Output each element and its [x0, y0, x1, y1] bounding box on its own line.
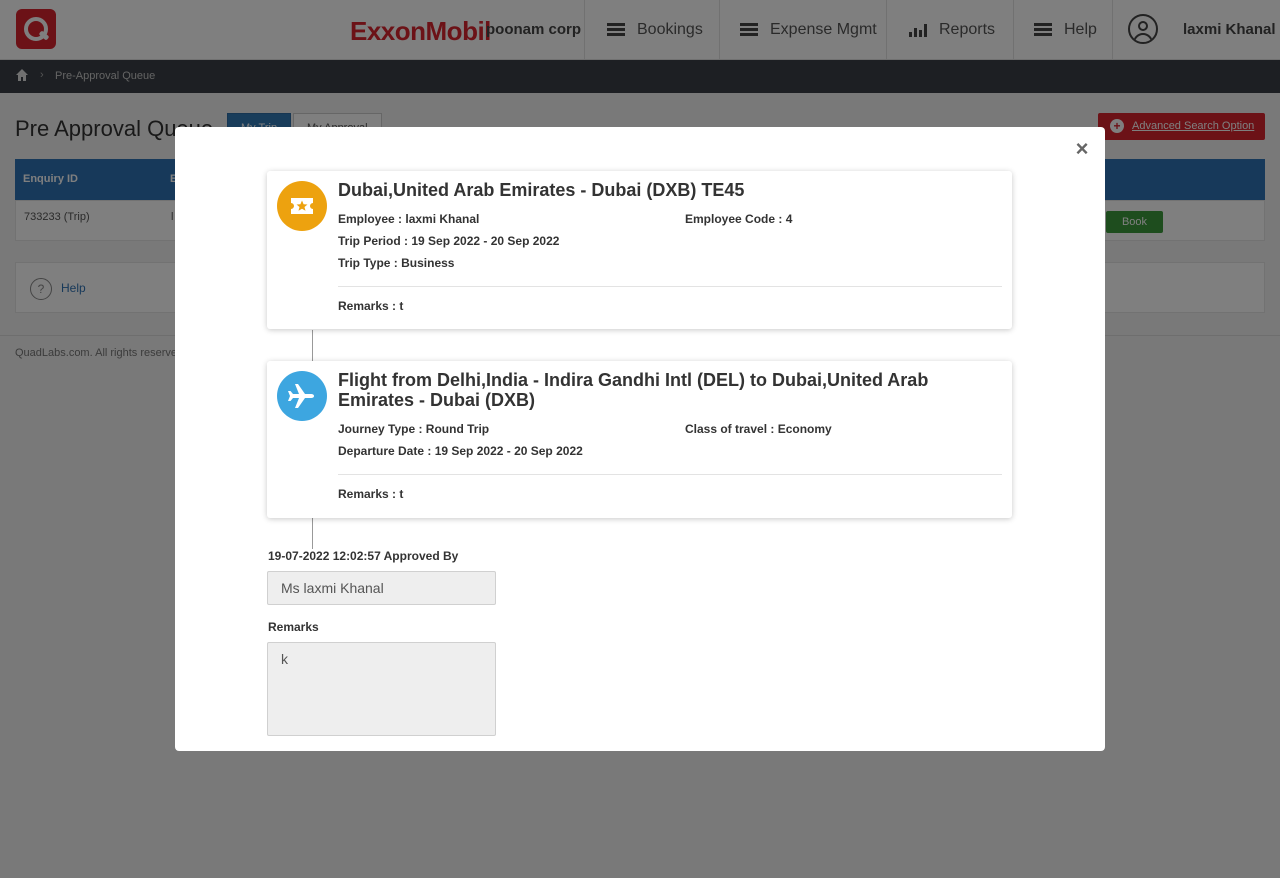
- trip-period-field: Trip Period : 19 Sep 2022 - 20 Sep 2022: [338, 234, 560, 248]
- remarks-textarea[interactable]: k: [267, 642, 496, 736]
- trip-card: Dubai,United Arab Emirates - Dubai (DXB)…: [267, 171, 1012, 329]
- airplane-icon: [277, 371, 327, 421]
- flight-title: Flight from Delhi,India - Indira Gandhi …: [338, 370, 929, 410]
- approved-by-label: 19-07-2022 12:02:57 Approved By: [268, 549, 459, 563]
- employee-field: Employee : laxmi Khanal: [338, 212, 480, 226]
- remarks-label: Remarks: [268, 620, 319, 634]
- ticket-star-icon: [277, 181, 327, 231]
- flight-card: Flight from Delhi,India - Indira Gandhi …: [267, 361, 1012, 518]
- trip-remarks-field: Remarks : t: [338, 299, 404, 313]
- class-of-travel-field: Class of travel : Economy: [685, 422, 832, 436]
- timeline-connector: [312, 330, 313, 361]
- timeline-connector: [312, 518, 313, 549]
- flight-remarks-field: Remarks : t: [338, 487, 404, 501]
- departure-date-field: Departure Date : 19 Sep 2022 - 20 Sep 20…: [338, 444, 583, 458]
- trip-title: Dubai,United Arab Emirates - Dubai (DXB)…: [338, 180, 745, 200]
- trip-details-modal: × Dubai,United Arab Emirates - Dubai (DX…: [175, 127, 1105, 751]
- trip-type-field: Trip Type : Business: [338, 256, 455, 270]
- card-divider: [338, 474, 1002, 475]
- approver-field[interactable]: Ms laxmi Khanal: [267, 571, 496, 605]
- close-icon[interactable]: ×: [1072, 138, 1092, 160]
- employee-code-field: Employee Code : 4: [685, 212, 793, 226]
- card-divider: [338, 286, 1002, 287]
- journey-type-field: Journey Type : Round Trip: [338, 422, 490, 436]
